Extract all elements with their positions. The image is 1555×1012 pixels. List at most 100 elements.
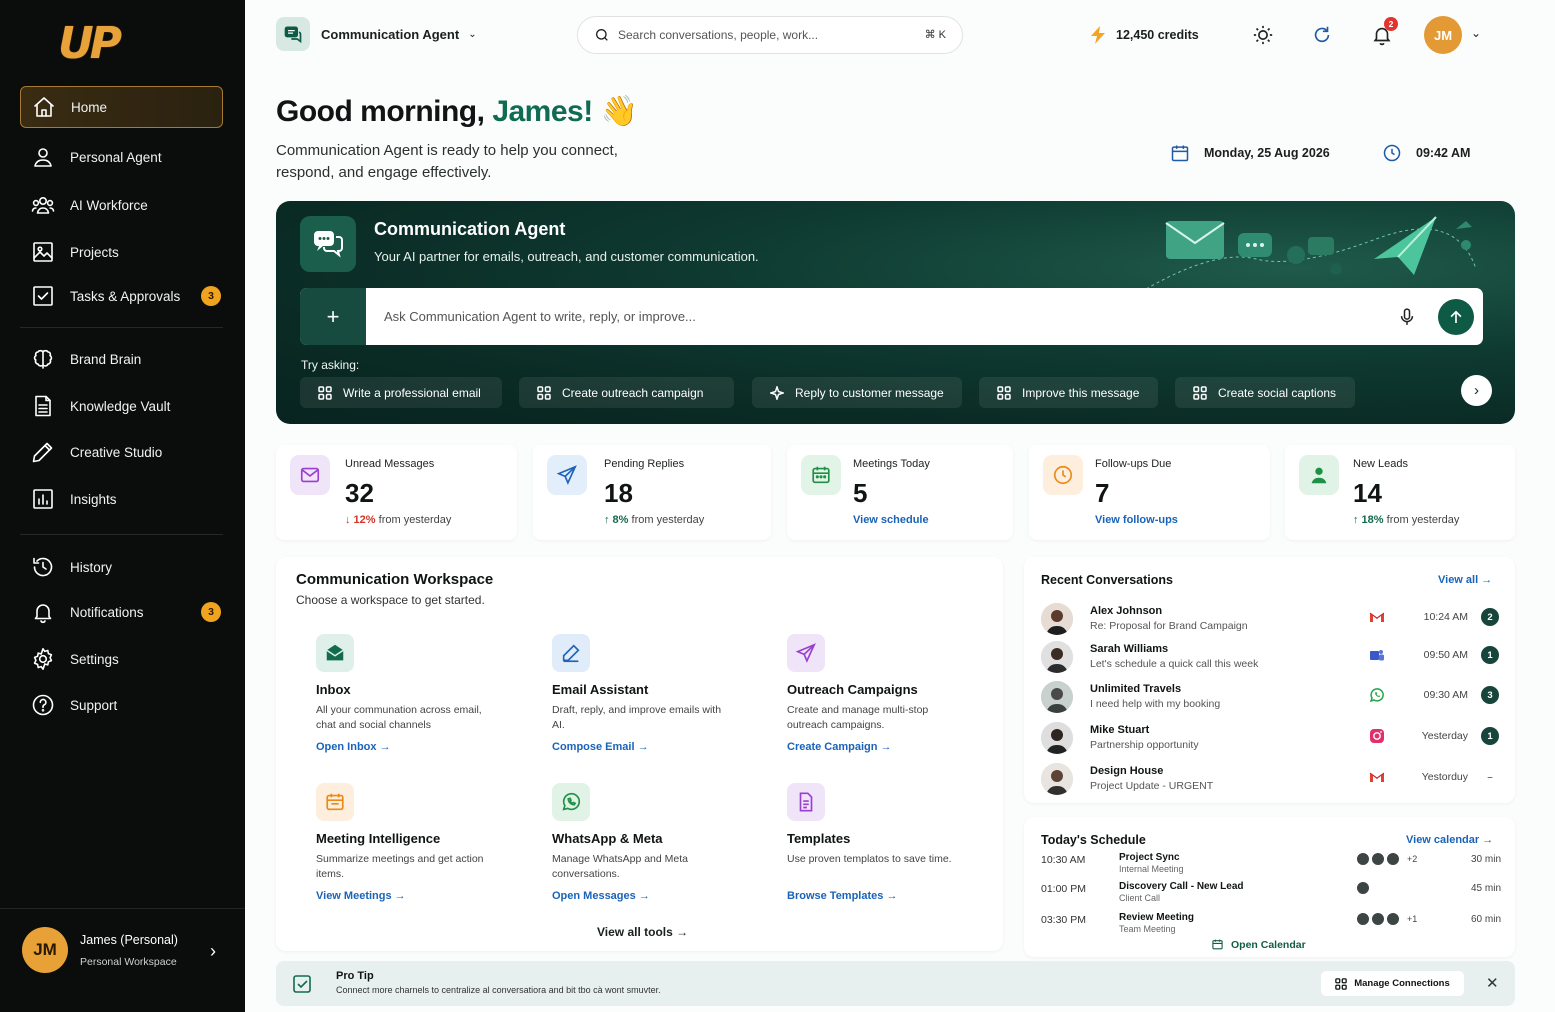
stat-label: Pending Replies <box>604 458 685 470</box>
conversation-row[interactable]: Unlimited Travels I need help with my bo… <box>1041 681 1501 719</box>
pen-icon <box>30 439 56 465</box>
send-button[interactable] <box>1438 299 1474 335</box>
prompt-chip-improve[interactable]: Improve this message <box>979 377 1158 408</box>
sidebar-item-ai-workforce[interactable]: AI Workforce <box>20 184 223 226</box>
conversation-preview: Partnership opportunity <box>1090 739 1199 751</box>
tool-card-email-assistant[interactable]: Email Assistant Draft, reply, and improv… <box>532 617 744 753</box>
todays-schedule-panel: Today's Schedule View calendar → 10:30 A… <box>1024 817 1515 957</box>
sidebar-item-projects[interactable]: Projects <box>20 231 223 273</box>
sidebar-item-label: AI Workforce <box>70 197 148 213</box>
wave-icon: 👋 <box>600 95 638 128</box>
sidebar-item-creative-studio[interactable]: Creative Studio <box>20 431 223 473</box>
sparkle-icon <box>770 385 784 400</box>
chip-label: Create social captions <box>1218 385 1337 400</box>
open-messages-link[interactable]: Open Messages → <box>552 890 650 902</box>
stat-follow-ups-due[interactable]: Follow-ups Due 7 View follow-ups <box>1029 445 1270 540</box>
stat-pending-replies[interactable]: Pending Replies 18 ↑ 8% from yesterday <box>533 445 771 540</box>
schedule-row[interactable]: 10:30 AM Project Sync Internal Meeting +… <box>1041 852 1501 880</box>
sidebar-item-tasks-approvals[interactable]: Tasks & Approvals 3 <box>20 275 223 317</box>
person-icon <box>30 144 56 170</box>
home-icon <box>31 94 57 120</box>
ask-placeholder: Ask Communication Agent to write, reply,… <box>384 309 696 324</box>
arrow-up-icon <box>1450 310 1462 323</box>
tool-card-whatsapp-meta[interactable]: WhatsApp & Meta Manage WhatsApp and Meta… <box>532 766 744 902</box>
chips-next-button[interactable]: › <box>1461 375 1492 406</box>
sidebar-item-brand-brain[interactable]: Brand Brain <box>20 338 223 380</box>
prompt-chip-write-email[interactable]: Write a professional email <box>300 377 502 408</box>
conversation-name: Design House <box>1090 765 1164 777</box>
conversation-row[interactable]: Sarah Williams Let's schedule a quick ca… <box>1041 641 1501 679</box>
ask-agent-input[interactable]: + Ask Communication Agent to write, repl… <box>300 288 1483 345</box>
add-attachment-button[interactable]: + <box>300 288 366 345</box>
sidebar-item-notifications[interactable]: Notifications 3 <box>20 591 223 633</box>
stat-unread-messages[interactable]: Unread Messages 32 ↓ 12% from yesterday <box>276 445 517 540</box>
sidebar-item-home[interactable]: Home <box>20 86 223 128</box>
browse-templates-link[interactable]: Browse Templates → <box>787 890 897 902</box>
tool-description: Create and manage multi-stop outreach ca… <box>787 704 929 731</box>
stat-meetings-today[interactable]: Meetings Today 5 View schedule <box>787 445 1013 540</box>
view-all-link[interactable]: View all → <box>1438 574 1492 586</box>
communication-workspace: Communication Workspace Choose a workspa… <box>276 557 1003 951</box>
search-placeholder: Search conversations, people, work... <box>618 28 819 42</box>
sidebar-item-knowledge-vault[interactable]: Knowledge Vault <box>20 385 223 427</box>
tool-description: Summarize meetings and get action items. <box>316 853 484 880</box>
view-all-tools-link[interactable]: View all tools → <box>597 925 688 939</box>
sun-icon[interactable] <box>1252 24 1274 46</box>
agent-hero-panel: Communication Agent Your AI partner for … <box>276 201 1515 424</box>
logo: UP <box>58 18 122 69</box>
conversation-row[interactable]: Alex Johnson Re: Proposal for Brand Camp… <box>1041 603 1501 641</box>
sidebar-item-support[interactable]: Support <box>20 684 223 726</box>
microphone-icon[interactable] <box>1397 306 1417 328</box>
create-campaign-link[interactable]: Create Campaign → <box>787 741 892 753</box>
sidebar-item-insights[interactable]: Insights <box>20 478 223 520</box>
view-follow-ups-link[interactable]: View follow-ups <box>1095 514 1178 526</box>
arrow-right-icon: → <box>1482 834 1494 846</box>
clock-icon <box>1043 455 1083 495</box>
avatar <box>1356 852 1370 866</box>
manage-connections-button[interactable]: Manage Connections <box>1321 971 1464 996</box>
tool-card-meeting-intelligence[interactable]: Meeting Intelligence Summarize meetings … <box>296 766 508 902</box>
prompt-chip-outreach[interactable]: Create outreach campaign <box>519 377 734 408</box>
refresh-icon[interactable] <box>1311 24 1333 46</box>
conversation-time: 09:50 AM <box>1423 649 1468 661</box>
arrow-right-icon: → <box>880 741 892 753</box>
greeting-text: Good morning, <box>276 95 493 128</box>
tool-card-templates[interactable]: Templates Use proven templatos to save t… <box>767 766 979 902</box>
conversation-row[interactable]: Mike Stuart Partnership opportunity Yest… <box>1041 722 1501 760</box>
prompt-chip-social[interactable]: Create social captions <box>1175 377 1355 408</box>
compose-email-link[interactable]: Compose Email → <box>552 741 649 753</box>
user-profile-card[interactable]: JM James (Personal) Personal Workspace › <box>0 908 245 1012</box>
notifications-badge: 3 <box>201 602 221 622</box>
sidebar-item-settings[interactable]: Settings <box>20 638 223 680</box>
stat-label: Unread Messages <box>345 458 435 470</box>
view-schedule-link[interactable]: View schedule <box>853 514 929 526</box>
schedule-title: Project Sync <box>1119 852 1180 863</box>
tool-card-inbox[interactable]: Inbox All your communation across email,… <box>296 617 508 753</box>
search-input[interactable]: Search conversations, people, work... ⌘ … <box>577 16 963 54</box>
conversation-time: 10:24 AM <box>1423 611 1468 623</box>
agent-selector[interactable]: Communication Agent ⌄ <box>276 17 477 51</box>
stat-new-leads[interactable]: New Leads 14 ↑ 18% from yesterday <box>1285 445 1515 540</box>
view-meetings-link[interactable]: View Meetings → <box>316 890 406 902</box>
unread-count-badge: 1 <box>1481 727 1499 745</box>
avatar[interactable]: JM <box>1424 16 1462 54</box>
sidebar-divider <box>20 327 223 328</box>
close-icon[interactable]: ✕ <box>1486 974 1499 992</box>
checkbox-icon <box>30 283 56 309</box>
sidebar-item-history[interactable]: History <box>20 546 223 588</box>
unread-count-badge: 1 <box>1481 646 1499 664</box>
prompt-chip-reply[interactable]: Reply to customer message <box>752 377 962 408</box>
tool-card-outreach-campaigns[interactable]: Outreach Campaigns Create and manage mul… <box>767 617 979 753</box>
open-inbox-link[interactable]: Open Inbox → <box>316 741 391 753</box>
sidebar-item-personal-agent[interactable]: Personal Agent <box>20 136 223 178</box>
view-calendar-link[interactable]: View calendar → <box>1406 834 1493 846</box>
schedule-row[interactable]: 03:30 PM Review Meeting Team Meeting +1 … <box>1041 912 1501 940</box>
chevron-down-icon[interactable]: ⌄ <box>1471 26 1481 40</box>
history-icon <box>30 554 56 580</box>
conversation-row[interactable]: Design House Project Update - URGENT Yes… <box>1041 763 1501 801</box>
open-calendar-link[interactable]: Open Calendar <box>1211 938 1306 951</box>
chevron-right-icon[interactable]: › <box>210 941 216 962</box>
credits-display[interactable]: 12,450 credits <box>1090 26 1199 44</box>
sidebar-item-label: Support <box>70 697 118 713</box>
schedule-row[interactable]: 01:00 PM Discovery Call - New Lead Clien… <box>1041 881 1501 909</box>
